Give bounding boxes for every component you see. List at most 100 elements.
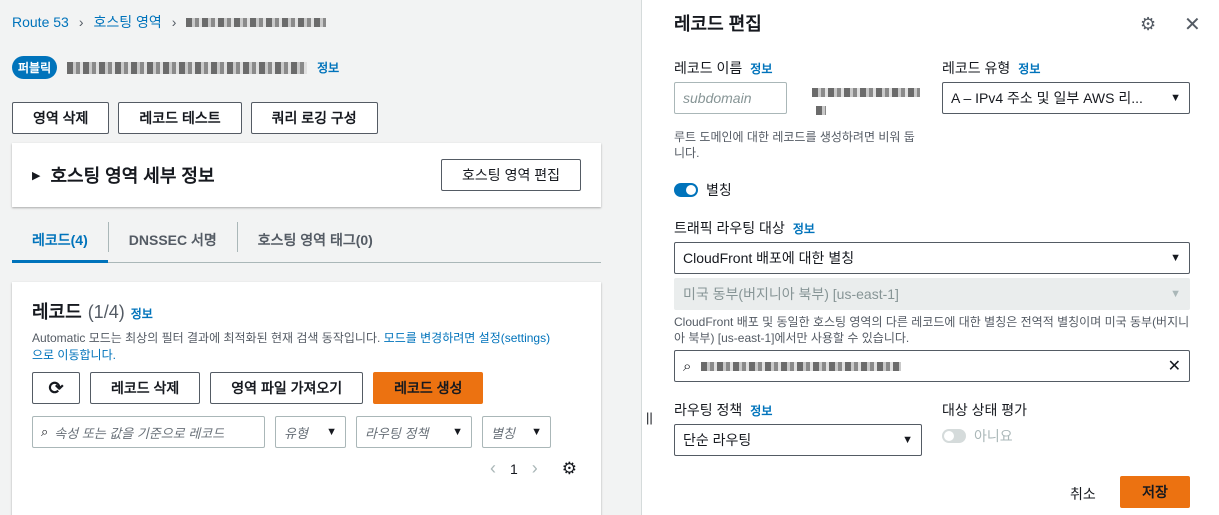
gear-icon[interactable]: ⚙ [562,459,577,479]
record-type-info-link[interactable]: 정보 [1018,60,1040,77]
record-name-placeholder: subdomain [683,90,752,106]
zone-visibility-badge: 퍼블릭 [12,56,58,79]
routing-filter-label: 라우팅 정책 [365,425,429,441]
resize-handle-icon[interactable]: || [646,410,653,425]
records-description: Automatic 모드는 최상의 필터 결과에 최적화된 현재 검색 동작입니… [32,330,552,364]
breadcrumb-route53[interactable]: Route 53 [12,14,69,30]
traffic-target-label: 트래픽 라우팅 대상 [674,220,785,236]
zone-actions: 영역 삭제 레코드 테스트 쿼리 로깅 구성 [12,102,378,134]
record-search-placeholder: 속성 또는 값을 기준으로 레코드 [54,425,225,441]
edit-record-panel: 레코드 편집 ⚙ ✕ 레코드 이름 정보 subdomain 루트 도메인에 대… [654,0,1219,515]
traffic-target-hint: CloudFront 배포 및 동일한 호스팅 영역의 다른 레코드에 대한 별… [674,315,1190,345]
zone-header: 퍼블릭 정보 [12,56,339,79]
current-page[interactable]: 1 [510,461,518,477]
pagination: ‹ 1 › ⚙ [32,458,581,479]
type-filter-label: 유형 [284,425,308,441]
record-name-label-row: 레코드 이름 정보 [674,58,772,78]
alias-filter-select[interactable]: 별칭 ▼ [482,416,551,448]
query-logging-button[interactable]: 쿼리 로깅 구성 [250,102,378,134]
edit-zone-button[interactable]: 호스팅 영역 편집 [441,159,581,191]
tab-zone-tags[interactable]: 호스팅 영역 태그(0) [238,218,393,262]
search-icon: ⌕ [683,357,692,375]
records-title: 레코드 [32,302,82,322]
tab-records[interactable]: 레코드(4) [12,218,108,263]
health-eval-label: 대상 상태 평가 [942,402,1028,418]
health-eval-toggle-row: 아니요 [942,426,1013,446]
routing-policy-select[interactable]: 단순 라우팅 ▼ [674,424,922,456]
zone-details-panel[interactable]: ▶ 호스팅 영역 세부 정보 호스팅 영역 편집 [12,143,601,207]
zone-info-link[interactable]: 정보 [317,59,339,76]
save-button[interactable]: 저장 [1120,476,1190,508]
cancel-button[interactable]: 취소 [1070,484,1096,504]
refresh-button[interactable]: ⟳ [32,372,80,404]
routing-policy-label-row: 라우팅 정책 정보 [674,400,772,420]
caret-right-icon: ▶ [32,169,41,182]
delete-zone-button[interactable]: 영역 삭제 [12,102,110,134]
next-page-icon[interactable]: › [532,458,538,479]
chevron-right-icon: › [78,14,84,30]
record-type-select[interactable]: A – IPv4 주소 및 일부 AWS 리... ▼ [942,82,1190,114]
records-heading: 레코드 (1/4) 정보 [32,298,581,324]
alias-label: 별칭 [706,182,732,198]
import-zone-file-button[interactable]: 영역 파일 가져오기 [210,372,364,404]
create-record-button[interactable]: 레코드 생성 [373,372,484,404]
redacted-domain-suffix [812,88,920,97]
gear-icon[interactable]: ⚙ [1140,14,1156,35]
region-value: 미국 동부(버지니아 북부) [us-east-1] [683,286,899,302]
caret-down-icon: ▼ [1170,252,1181,264]
record-type-value: A – IPv4 주소 및 일부 AWS 리... [951,90,1143,106]
search-icon: ⌕ [41,424,49,439]
edit-record-title: 레코드 편집 [674,14,762,34]
close-icon[interactable]: ✕ [1184,12,1201,37]
tab-dnssec[interactable]: DNSSEC 서명 [109,218,237,262]
test-record-button[interactable]: 레코드 테스트 [118,102,242,134]
records-panel: 레코드 (1/4) 정보 Automatic 모드는 최상의 필터 결과에 최적… [12,282,601,515]
traffic-target-info-link[interactable]: 정보 [793,220,815,237]
caret-down-icon: ▼ [326,426,337,438]
record-name-hint: 루트 도메인에 대한 레코드를 생성하려면 비워 둡니다. [674,130,915,160]
traffic-target-value: CloudFront 배포에 대한 별칭 [683,250,855,266]
health-eval-toggle [942,429,966,443]
health-eval-toggle-label: 아니요 [974,428,1013,444]
records-actions: ⟳ 레코드 삭제 영역 파일 가져오기 레코드 생성 [32,372,581,404]
health-eval-label-row: 대상 상태 평가 [942,400,1027,420]
breadcrumb-hosted-zones[interactable]: 호스팅 영역 [94,12,162,32]
zone-details-title: 호스팅 영역 세부 정보 [50,166,215,186]
records-count: (1/4) [87,302,125,322]
record-search-input[interactable]: ⌕ 속성 또는 값을 기준으로 레코드 [32,416,265,448]
record-name-label: 레코드 이름 [674,60,743,76]
routing-policy-value: 단순 라우팅 [683,432,752,448]
records-desc-text: Automatic 모드는 최상의 필터 결과에 최적화된 현재 검색 동작입니… [32,331,381,345]
caret-down-icon: ▼ [531,426,542,438]
zone-tabs: 레코드(4) DNSSEC 서명 호스팅 영역 태그(0) [12,218,601,263]
redacted-domain-suffix-end [816,106,826,115]
caret-down-icon: ▼ [452,426,463,438]
record-name-info-link[interactable]: 정보 [750,60,772,77]
region-select: 미국 동부(버지니아 북부) [us-east-1] ▼ [674,278,1190,310]
caret-down-icon: ▼ [1170,288,1181,300]
prev-page-icon[interactable]: ‹ [490,458,496,479]
routing-filter-select[interactable]: 라우팅 정책 ▼ [356,416,472,448]
type-filter-select[interactable]: 유형 ▼ [275,416,346,448]
delete-record-button[interactable]: 레코드 삭제 [90,372,201,404]
caret-down-icon: ▼ [1170,92,1181,104]
pane-divider [641,0,642,515]
record-name-input[interactable]: subdomain [674,82,787,114]
chevron-right-icon: › [171,14,177,30]
traffic-target-label-row: 트래픽 라우팅 대상 정보 [674,218,815,238]
routing-policy-info-link[interactable]: 정보 [750,402,772,419]
record-type-label-row: 레코드 유형 정보 [942,58,1040,78]
caret-down-icon: ▼ [902,434,913,446]
alias-toggle[interactable] [674,183,698,197]
alias-filter-label: 별칭 [491,425,515,441]
traffic-target-select[interactable]: CloudFront 배포에 대한 별칭 ▼ [674,242,1190,274]
records-filters: ⌕ 속성 또는 값을 기준으로 레코드 유형 ▼ 라우팅 정책 ▼ 별칭 ▼ [32,416,581,448]
records-info-link[interactable]: 정보 [131,305,153,322]
alias-target-search[interactable]: ⌕ ✕ [674,350,1190,382]
record-type-label: 레코드 유형 [942,60,1011,76]
redacted-zone-name [186,17,327,27]
redacted-zone-id [67,61,308,74]
clear-icon[interactable]: ✕ [1168,356,1181,376]
refresh-icon: ⟳ [48,377,64,398]
redacted-distribution [701,361,902,371]
